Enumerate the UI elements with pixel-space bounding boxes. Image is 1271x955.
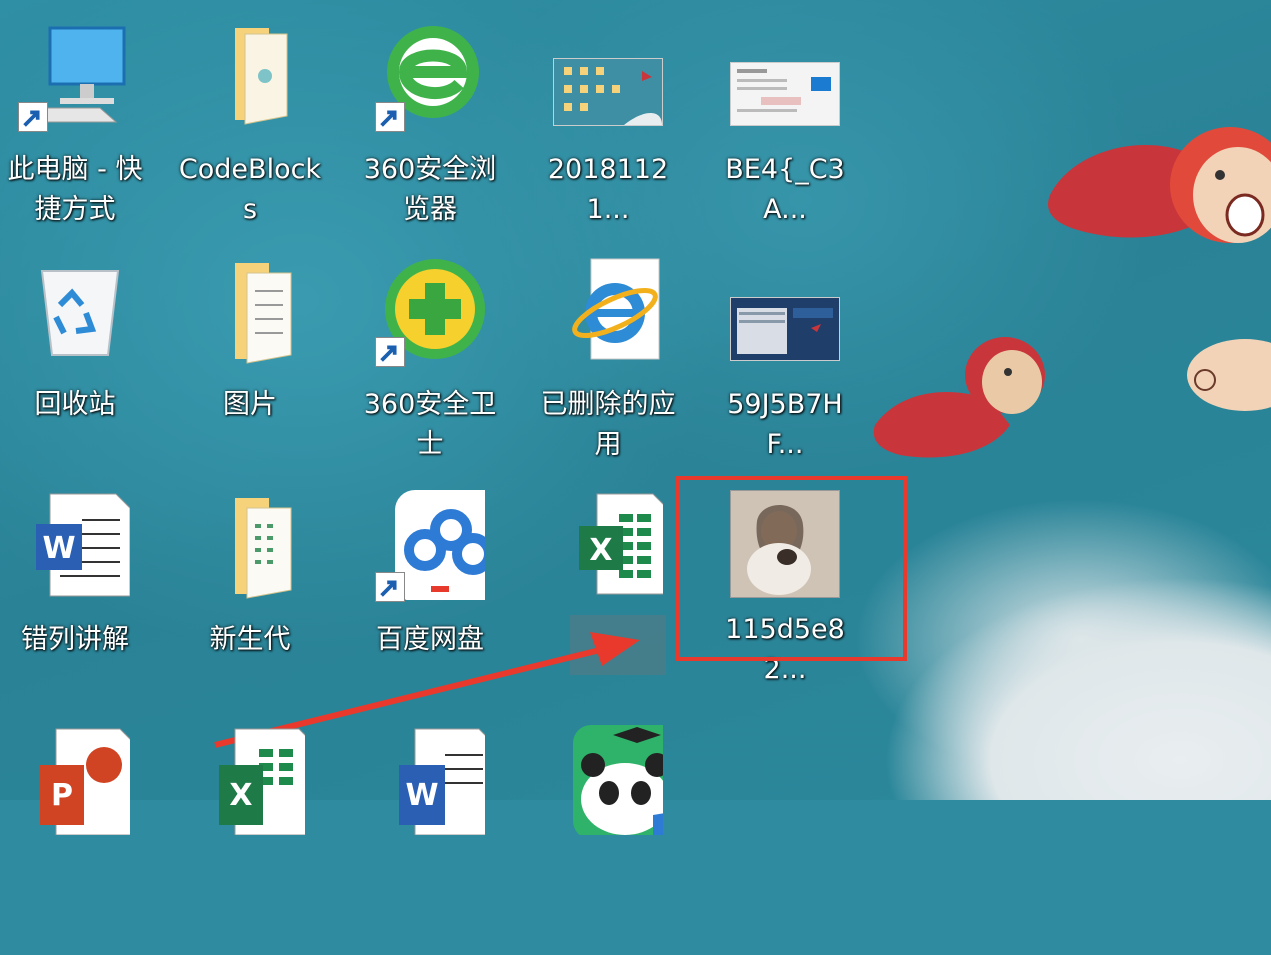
image-thumbnail-icon <box>730 62 840 126</box>
desktop-icon-screenshot-3[interactable]: 59J5B7HF... <box>710 255 860 485</box>
desktop-icon-label: 新生代 <box>209 624 291 655</box>
word-doc-icon: W <box>399 728 485 835</box>
desktop-icon-label: 百度网盘 <box>376 624 484 655</box>
desktop-icon-label: 360安全浏览器 <box>363 154 497 225</box>
desktop-icon-word-2[interactable]: W <box>355 725 505 955</box>
desktop-icon-deleted-apps[interactable]: 已删除的应用 <box>533 255 683 485</box>
desktop-icon-label: 回收站 <box>34 389 116 420</box>
wallpaper-character <box>1187 339 1271 411</box>
desktop-icon-label: 错列讲解 <box>21 624 129 655</box>
excel-doc-icon: X <box>219 728 305 835</box>
desktop-icon-label: 已删除的应用 <box>540 389 676 460</box>
folder-icon <box>235 28 288 125</box>
desktop-icon-excel-doc[interactable]: X <box>533 490 683 720</box>
folder-icon <box>235 498 292 599</box>
excel-doc-icon: X <box>579 493 663 595</box>
wallpaper-character <box>1048 127 1271 243</box>
ie-icon <box>572 258 660 360</box>
shortcut-arrow-icon <box>18 102 48 132</box>
drag-ghost <box>570 615 666 675</box>
desktop-icon-label: 59J5B7HF... <box>727 389 843 460</box>
svg-text:W: W <box>42 531 75 566</box>
desktop-icon-this-pc[interactable]: 此电脑 - 快捷方式 <box>0 20 150 250</box>
desktop-icon-label: 此电脑 - 快捷方式 <box>7 154 143 225</box>
image-thumbnail-icon <box>553 58 663 126</box>
desktop-icon-powerpoint[interactable]: P <box>0 725 150 955</box>
desktop-icon-panda-app[interactable] <box>533 725 683 955</box>
recycle-bin-icon <box>40 270 120 356</box>
desktop-icon-pictures[interactable]: 图片 <box>175 255 325 485</box>
word-doc-icon: W <box>36 493 130 597</box>
svg-text:W: W <box>405 778 438 813</box>
svg-text:X: X <box>229 778 252 813</box>
desktop-icon-label: BE4{_C3A... <box>725 154 845 225</box>
shortcut-arrow-icon <box>375 572 405 602</box>
image-thumbnail-icon <box>730 297 840 361</box>
svg-text:X: X <box>589 533 612 568</box>
desktop-icon-label: 360安全卫士 <box>363 389 497 460</box>
desktop-icon-excel-2[interactable]: X <box>175 725 325 955</box>
desktop-icon-word-doc[interactable]: W 错列讲解 <box>0 490 150 720</box>
desktop-icon-360-browser[interactable]: 360安全浏览器 <box>355 20 505 250</box>
powerpoint-doc-icon: P <box>40 728 130 835</box>
wallpaper-character <box>873 337 1045 458</box>
svg-text:P: P <box>51 778 73 813</box>
desktop-icon-360-safe[interactable]: 360安全卫士 <box>355 255 505 485</box>
desktop-icon-codeblocks[interactable]: CodeBlocks <box>175 20 325 250</box>
shortcut-arrow-icon <box>375 337 405 367</box>
panda-app-icon <box>573 725 663 835</box>
desktop-icon-label: CodeBlocks <box>178 154 322 225</box>
shortcut-arrow-icon <box>375 102 405 132</box>
folder-icon <box>235 263 292 364</box>
desktop-icon-screenshot-1[interactable]: 20181121... <box>533 20 683 250</box>
desktop-icon-recycle-bin[interactable]: 回收站 <box>0 255 150 485</box>
desktop-icon-screenshot-2[interactable]: BE4{_C3A... <box>710 20 860 250</box>
desktop-icon-baidu-netdisk[interactable]: 百度网盘 <box>355 490 505 720</box>
highlight-box <box>676 476 907 661</box>
desktop-icon-label: 20181121... <box>547 154 669 225</box>
desktop-icon-xinshengdai[interactable]: 新生代 <box>175 490 325 720</box>
desktop-icon-label: 图片 <box>223 389 277 420</box>
